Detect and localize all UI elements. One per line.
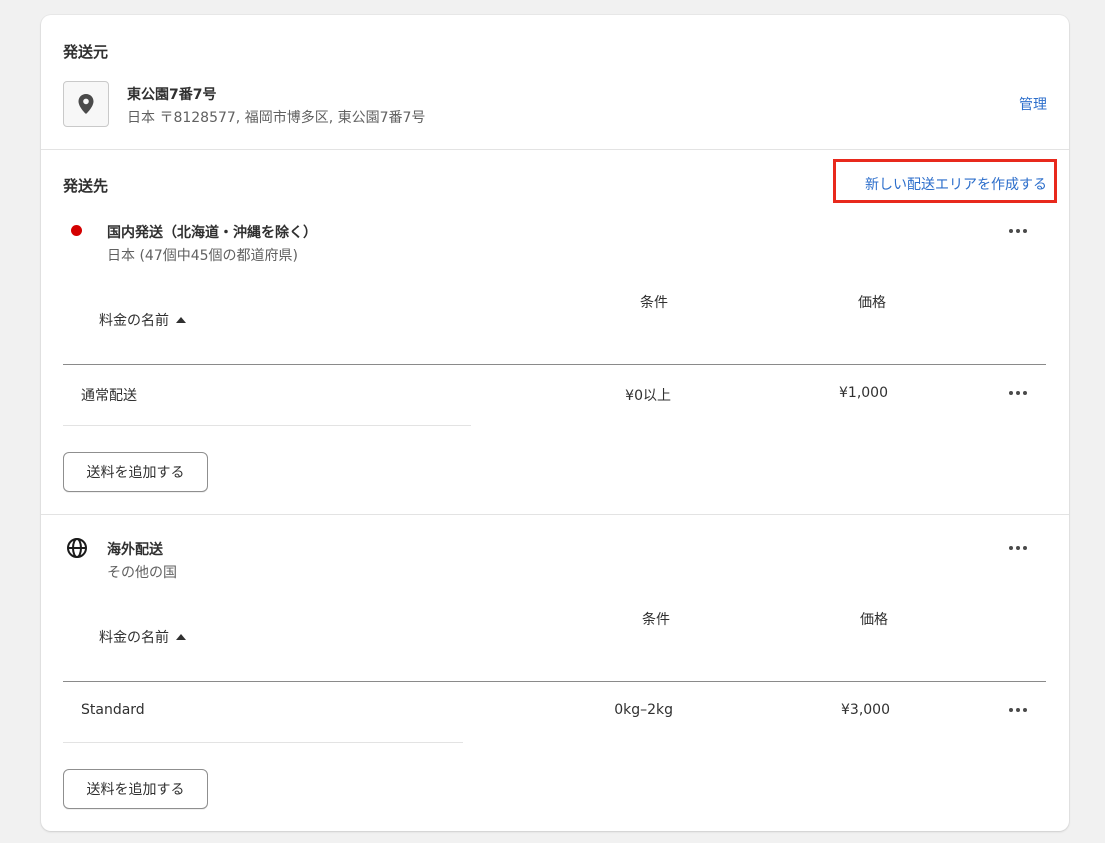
rate-name: 通常配送 bbox=[81, 388, 137, 404]
section-divider bbox=[41, 149, 1069, 150]
zone-name: 海外配送 bbox=[107, 542, 163, 558]
manage-link[interactable]: 管理 bbox=[1019, 94, 1047, 114]
origin-title: 発送元 bbox=[63, 43, 109, 61]
origin-address: 日本 〒8128577, 福岡市博多区, 東公園7番7号 bbox=[127, 110, 426, 126]
zone-more-actions-button[interactable] bbox=[1006, 223, 1030, 239]
location-pin-icon bbox=[63, 81, 109, 127]
rate-name-header-label: 料金の名前 bbox=[99, 630, 169, 646]
table-header-divider bbox=[63, 364, 1046, 365]
sort-ascending-icon bbox=[176, 317, 186, 323]
shipping-card: 発送元 東公園7番7号 日本 〒8128577, 福岡市博多区, 東公園7番7号… bbox=[41, 15, 1069, 831]
zone-detail: 日本 (47個中45個の都道府県) bbox=[107, 248, 299, 264]
rate-price: ¥3,000 bbox=[841, 702, 890, 718]
create-zone-link[interactable]: 新しい配送エリアを作成する bbox=[865, 174, 1047, 194]
price-header: 価格 bbox=[860, 612, 888, 628]
domestic-indicator-dot bbox=[71, 225, 82, 236]
rate-more-actions-button[interactable] bbox=[1006, 385, 1030, 401]
row-divider bbox=[63, 742, 463, 743]
price-header: 価格 bbox=[858, 295, 886, 311]
globe-icon bbox=[67, 538, 87, 558]
section-divider bbox=[41, 514, 1069, 515]
origin-location-name: 東公園7番7号 bbox=[127, 87, 217, 103]
rate-price: ¥1,000 bbox=[839, 385, 888, 401]
rate-more-actions-button[interactable] bbox=[1006, 702, 1030, 718]
condition-header: 条件 bbox=[640, 295, 668, 311]
zone-detail: その他の国 bbox=[107, 565, 177, 581]
rate-name-header-label: 料金の名前 bbox=[99, 313, 169, 329]
rate-condition: 0kg–2kg bbox=[614, 702, 673, 718]
rate-name-header[interactable]: 料金の名前 bbox=[99, 310, 186, 330]
rate-name-header[interactable]: 料金の名前 bbox=[99, 627, 186, 647]
row-divider bbox=[63, 425, 471, 426]
sort-ascending-icon bbox=[176, 634, 186, 640]
zone-more-actions-button[interactable] bbox=[1006, 540, 1030, 556]
zone-name: 国内発送（北海道・沖縄を除く） bbox=[107, 225, 317, 241]
rate-condition: ¥0以上 bbox=[625, 388, 671, 404]
condition-header: 条件 bbox=[642, 612, 670, 628]
add-rate-button[interactable]: 送料を追加する bbox=[63, 452, 208, 492]
table-header-divider bbox=[63, 681, 1046, 682]
destination-title: 発送先 bbox=[63, 177, 109, 195]
add-rate-button[interactable]: 送料を追加する bbox=[63, 769, 208, 809]
rate-name: Standard bbox=[81, 702, 145, 718]
